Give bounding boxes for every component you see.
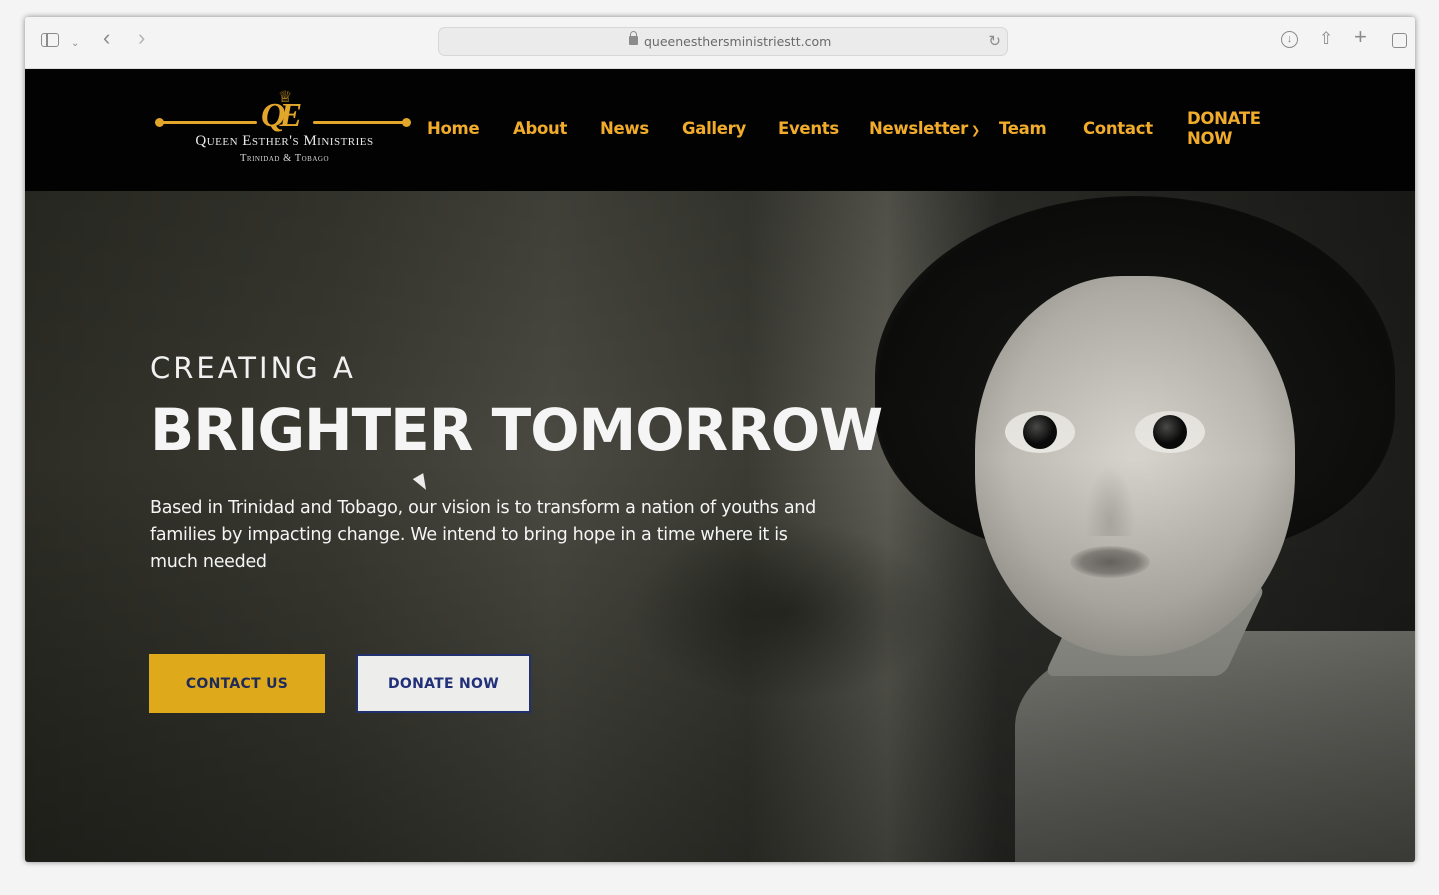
nav-team[interactable]: Team [999,119,1047,138]
nav-newsletter-label: Newsletter [869,119,969,138]
browser-toolbar: ⌄ ‹ › queenesthersministriestt.com ↻ ↓ ⇧… [25,17,1415,69]
download-icon[interactable]: ↓ [1281,31,1298,48]
contact-us-button[interactable]: CONTACT US [149,654,325,713]
lock-icon [629,31,638,45]
nav-events[interactable]: Events [778,119,839,138]
site-header: ♕ QE Queen Esther's Ministries Trinidad … [25,69,1415,191]
tabs-icon[interactable] [1392,33,1407,48]
logo-bar-right [313,118,411,127]
nav-newsletter[interactable]: Newsletter ❯ [869,119,980,138]
url-text: queenesthersministriestt.com [644,34,832,49]
sidebar-icon[interactable] [41,33,59,47]
back-icon[interactable]: ‹ [103,27,110,49]
nav-about[interactable]: About [513,119,567,138]
donate-now-button[interactable]: DONATE NOW [356,654,531,713]
logo-subtitle: Trinidad & Tobago [240,153,329,164]
browser-window: ⌄ ‹ › queenesthersministriestt.com ↻ ↓ ⇧… [25,17,1415,862]
nav-donate-line2: NOW [1187,129,1233,148]
reload-icon[interactable]: ↻ [988,32,1001,50]
nav-gallery[interactable]: Gallery [682,119,746,138]
logo-bar-left [155,118,257,127]
hero-section: CREATING A BRIGHTER TOMORROW Based in Tr… [25,191,1415,862]
hero-content: CREATING A BRIGHTER TOMORROW Based in Tr… [150,351,950,576]
forward-icon[interactable]: › [138,27,145,49]
hero-description: Based in Trinidad and Tobago, our vision… [150,498,816,572]
nav-home[interactable]: Home [427,119,480,138]
site-logo[interactable]: ♕ QE Queen Esther's Ministries Trinidad … [155,89,412,169]
share-icon[interactable]: ⇧ [1319,29,1333,49]
chevron-down-icon: ❯ [971,124,980,137]
hero-headline: BRIGHTER TOMORROW [150,396,883,464]
hero-kicker: CREATING A [150,351,356,385]
logo-monogram: QE [261,97,302,134]
logo-name: Queen Esther's Ministries [195,133,374,149]
address-bar[interactable]: queenesthersministriestt.com ↻ [438,27,1008,56]
nav-donate-line1: DONATE [1187,109,1261,128]
nav-contact[interactable]: Contact [1083,119,1153,138]
nav-news[interactable]: News [600,119,649,138]
new-tab-icon[interactable]: + [1354,26,1367,48]
nav-donate-now[interactable]: DONATE NOW [1187,109,1267,149]
chevron-down-icon[interactable]: ⌄ [71,34,79,54]
